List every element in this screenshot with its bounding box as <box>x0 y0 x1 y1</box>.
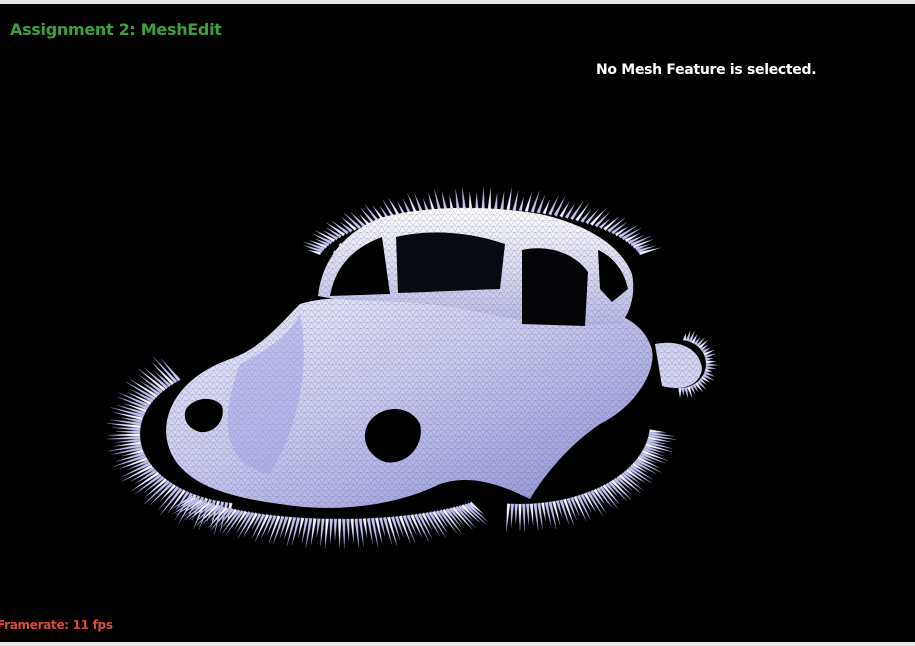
normal-spike <box>536 195 545 214</box>
normal-spike <box>510 503 515 528</box>
normal-spike <box>524 192 532 213</box>
normal-spike <box>316 518 321 538</box>
normal-spike <box>112 427 141 432</box>
normal-spike <box>358 518 364 547</box>
normal-spike <box>518 503 522 531</box>
selection-status: No Mesh Feature is selected. <box>596 62 817 78</box>
normal-spike <box>493 193 498 210</box>
normal-spike <box>525 503 530 525</box>
normal-spike <box>324 518 330 549</box>
car-body <box>166 207 702 508</box>
normal-spike <box>107 433 141 437</box>
normal-spike <box>354 518 360 549</box>
normal-spike <box>529 503 534 526</box>
normal-spike <box>333 518 338 541</box>
mesh-viewport[interactable]: Assignment 2: MeshEdit No Mesh Feature i… <box>0 0 915 646</box>
normal-spike <box>449 195 454 211</box>
normal-spike <box>542 200 550 215</box>
normal-spike <box>500 191 505 210</box>
normal-spike <box>428 193 436 213</box>
normal-spike <box>569 201 584 221</box>
normal-spike <box>337 518 342 548</box>
normal-spike <box>514 503 518 524</box>
normal-spike <box>455 189 460 210</box>
normal-spike <box>512 190 519 211</box>
normal-spike <box>682 333 687 341</box>
framerate-readout: Framerate: 11 fps <box>0 618 113 632</box>
app-title: Assignment 2: MeshEdit <box>10 20 222 39</box>
mesh-render[interactable] <box>0 4 915 642</box>
normal-spike <box>481 187 485 210</box>
normal-spike <box>575 203 590 222</box>
normal-spike <box>310 518 317 545</box>
normal-spike <box>346 518 350 541</box>
normal-spike <box>533 503 539 531</box>
normal-spike <box>441 191 448 211</box>
normal-spike <box>522 503 526 532</box>
normal-spike <box>705 362 718 367</box>
normal-spike <box>350 518 354 543</box>
normal-spike <box>434 189 442 212</box>
normal-spike <box>115 430 141 434</box>
normal-spike <box>475 192 479 210</box>
normal-spike <box>362 518 368 538</box>
normal-spike <box>487 187 492 210</box>
normal-spike <box>107 435 141 440</box>
normal-spike <box>518 197 524 212</box>
normal-spike <box>329 518 334 544</box>
normal-spike <box>683 386 689 399</box>
normal-spike <box>705 365 717 370</box>
normal-spike <box>320 518 325 547</box>
normal-spike <box>681 387 685 396</box>
normal-spike <box>468 191 473 210</box>
normal-spike <box>678 387 682 399</box>
normal-spike <box>506 188 512 211</box>
normal-spike <box>341 518 346 549</box>
normal-spike <box>462 187 467 210</box>
normal-spike <box>506 503 511 532</box>
